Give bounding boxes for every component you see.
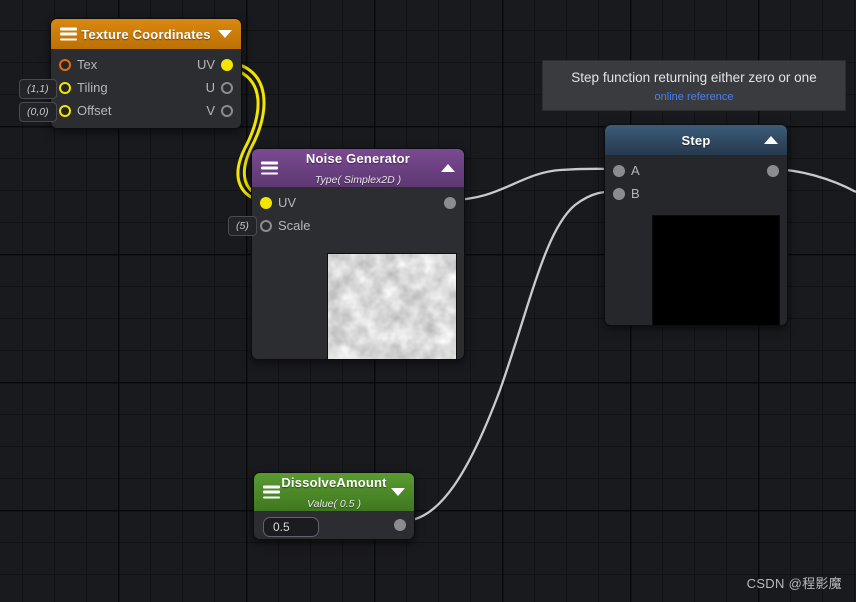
node-body-step: A B (605, 155, 787, 325)
input-label-b: B (631, 186, 640, 201)
node-subtitle: Value( 0.5 ) (307, 498, 361, 510)
node-body-texture-coordinates: Tex UV Tiling U Offset V (51, 49, 241, 128)
input-label-a: A (631, 163, 640, 178)
value-chip-offset[interactable]: (0,0) (19, 102, 57, 122)
node-header-noise-generator[interactable]: Noise Generator Type( Simplex2D ) (252, 149, 464, 187)
node-title: Texture Coordinates (81, 26, 211, 42)
input-port-b-icon[interactable] (613, 187, 625, 200)
node-subtitle: Type( Simplex2D ) (314, 174, 402, 186)
node-header-dissolve-amount[interactable]: DissolveAmount Value( 0.5 ) (254, 473, 414, 511)
input-label-tex: Tex (77, 57, 98, 72)
input-port-tiling-icon[interactable] (59, 81, 71, 94)
input-port-scale-icon[interactable] (260, 219, 272, 232)
node-header-step[interactable]: Step (605, 125, 787, 155)
node-body-dissolve-amount: 0.5 (254, 511, 414, 539)
node-title: DissolveAmount (281, 475, 387, 490)
input-label-offset: Offset (77, 103, 112, 118)
port-row-tiling[interactable]: Tiling U (51, 76, 241, 99)
input-port-uv-icon[interactable] (260, 196, 272, 209)
port-row-offset[interactable]: Offset V (51, 99, 241, 122)
input-label-uv: UV (278, 195, 297, 210)
node-noise-generator[interactable]: Noise Generator Type( Simplex2D ) UV Sca… (251, 148, 465, 360)
value-chip-tiling[interactable]: (1,1) (19, 79, 57, 99)
output-label-v: V (206, 103, 215, 118)
output-label-uv: UV (196, 57, 215, 72)
chevron-down-icon[interactable] (218, 30, 232, 38)
port-row-b[interactable]: B (605, 182, 787, 205)
output-port-dissolve-icon[interactable] (394, 519, 406, 531)
step-tooltip: Step function returning either zero or o… (542, 60, 846, 111)
output-port-u-icon[interactable] (221, 81, 233, 94)
input-port-offset-icon[interactable] (59, 104, 71, 117)
node-texture-coordinates[interactable]: Texture Coordinates Tex UV Tiling U Offs… (50, 18, 242, 129)
port-row-a[interactable]: A (605, 159, 787, 182)
output-port-step-icon[interactable] (767, 164, 779, 177)
node-header-texture-coordinates[interactable]: Texture Coordinates (51, 19, 241, 49)
input-port-tex-icon[interactable] (59, 58, 71, 71)
output-port-uv-icon[interactable] (221, 58, 233, 71)
input-port-a-icon[interactable] (613, 164, 625, 177)
output-port-noise-icon[interactable] (444, 196, 456, 209)
output-port-v-icon[interactable] (221, 104, 233, 117)
node-body-noise-generator: UV Scale (252, 187, 464, 359)
hamburger-icon[interactable] (261, 161, 278, 175)
node-dissolve-amount[interactable]: DissolveAmount Value( 0.5 ) 0.5 (253, 472, 415, 540)
tooltip-text: Step function returning either zero or o… (571, 70, 817, 85)
input-label-scale: Scale (278, 218, 311, 233)
chevron-down-icon[interactable] (391, 488, 405, 496)
port-row-scale[interactable]: Scale (252, 214, 464, 237)
value-chip-scale[interactable]: (5) (228, 216, 257, 236)
dissolve-amount-input[interactable]: 0.5 (263, 517, 319, 537)
chevron-up-icon[interactable] (764, 136, 778, 144)
node-title: Step (681, 132, 711, 148)
hamburger-icon[interactable] (263, 485, 280, 499)
step-preview (652, 215, 780, 325)
output-label-u: U (205, 80, 215, 95)
hamburger-icon[interactable] (60, 27, 77, 41)
input-label-tiling: Tiling (77, 80, 108, 95)
port-row-uv[interactable]: UV (252, 191, 464, 214)
noise-preview (327, 253, 457, 359)
node-step[interactable]: Step A B (604, 124, 788, 326)
online-reference-link[interactable]: online reference (553, 91, 835, 103)
port-row-tex[interactable]: Tex UV (51, 53, 241, 76)
watermark-text: CSDN @程影魔 (746, 576, 842, 591)
node-title: Noise Generator (305, 151, 411, 166)
chevron-up-icon[interactable] (441, 164, 455, 172)
